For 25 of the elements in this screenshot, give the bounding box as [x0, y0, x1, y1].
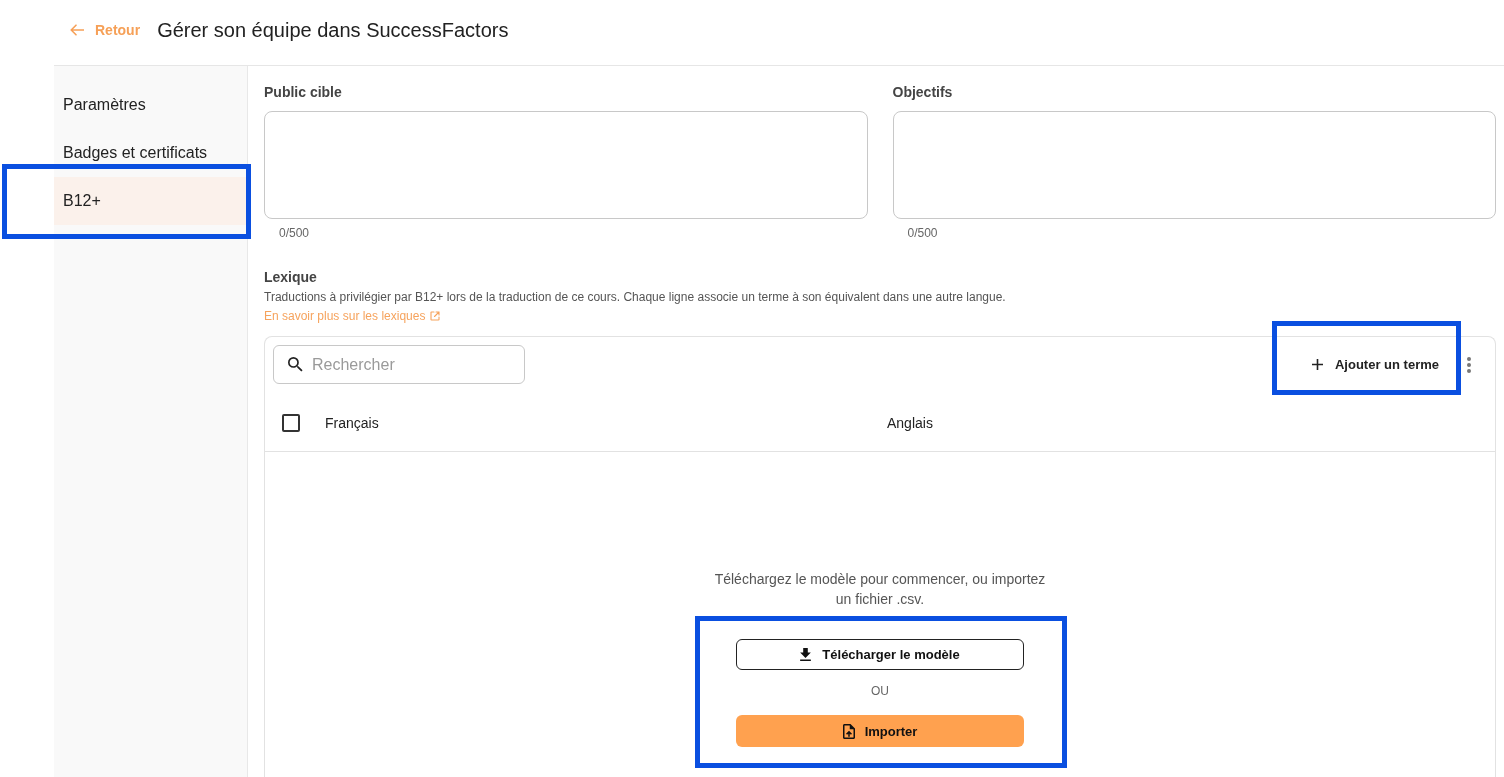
field-label: Objectifs	[892, 83, 954, 102]
separator-text: OU	[870, 683, 890, 699]
page-title: Gérer son équipe dans SuccessFactors	[157, 18, 509, 42]
download-template-button[interactable]: Télécharger le modèle	[736, 639, 1024, 670]
add-term-button[interactable]: Ajouter un terme	[1300, 349, 1451, 380]
external-link-icon	[430, 311, 441, 321]
character-counter: 0/500	[278, 225, 311, 241]
sidebar-item[interactable]: Paramètres	[54, 81, 247, 129]
search-icon	[288, 357, 303, 372]
plus-icon	[1312, 359, 1323, 370]
character-counter: 0/500	[906, 225, 939, 241]
search-field[interactable]: Rechercher	[273, 345, 525, 384]
field-label: Public cible	[264, 83, 343, 102]
column-header: Français	[325, 415, 380, 431]
column-header: Anglais	[887, 415, 934, 431]
select-all-checkbox[interactable]	[282, 414, 300, 432]
empty-state-message: Téléchargez le modèle pour commencer, ou importez un fichier .csv.	[713, 570, 1047, 609]
import-button[interactable]: Importer	[736, 715, 1024, 747]
more-options-icon[interactable]	[1467, 356, 1471, 373]
section-description: Traductions à privilégier par B12+ lors de la traduction de ce cours. Chaque ligne associe un terme à son équivalent dans une autre langue.	[264, 289, 1007, 305]
sidebar-item[interactable]: Badges et certificats	[54, 129, 247, 177]
back-arrow-icon	[70, 24, 84, 36]
file-upload-icon	[842, 723, 855, 739]
download-icon	[800, 648, 812, 661]
section-title: Lexique	[264, 268, 318, 287]
